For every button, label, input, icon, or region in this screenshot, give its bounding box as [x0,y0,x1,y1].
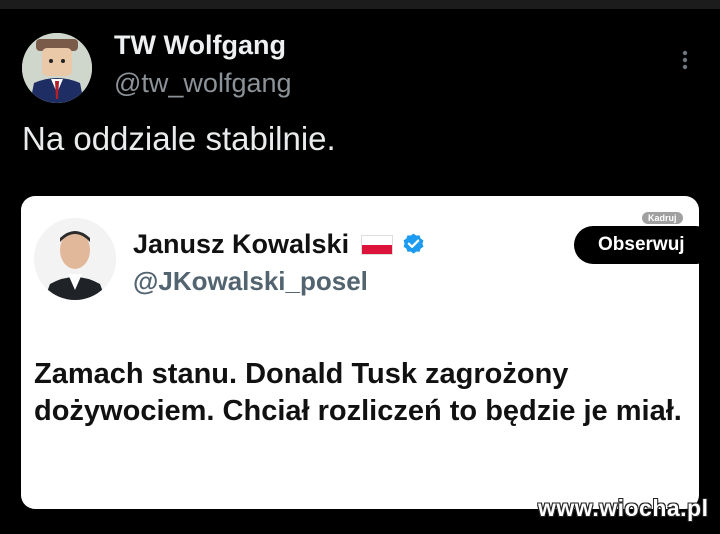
follow-button[interactable]: Obserwuj [574,226,699,264]
quoted-author-handle[interactable]: @JKowalski_posel [133,266,368,297]
author-handle[interactable]: @tw_wolfgang [114,68,292,99]
poland-flag-icon [361,234,394,255]
author-avatar[interactable] [22,33,92,103]
verified-badge-icon [403,233,424,254]
quoted-author-avatar[interactable] [34,218,116,300]
watermark: www.wiocha.pl [538,495,709,521]
author-name[interactable]: TW Wolfgang [114,30,286,61]
top-divider [0,0,720,9]
quoted-text: Zamach stanu. Donald Tusk zagrożony doży… [34,358,682,427]
portrait-icon [34,218,116,300]
quoted-author-name[interactable]: Janusz Kowalski [133,229,349,260]
kebab-menu-icon[interactable] [677,48,693,72]
quoted-tweet-card[interactable]: Janusz Kowalski @JKowalski_posel Kadruj … [21,196,699,509]
avatar-figure-icon [22,33,92,103]
post-text: Na oddziale stabilnie. [22,120,336,157]
crop-badge[interactable]: Kadruj [642,212,683,224]
